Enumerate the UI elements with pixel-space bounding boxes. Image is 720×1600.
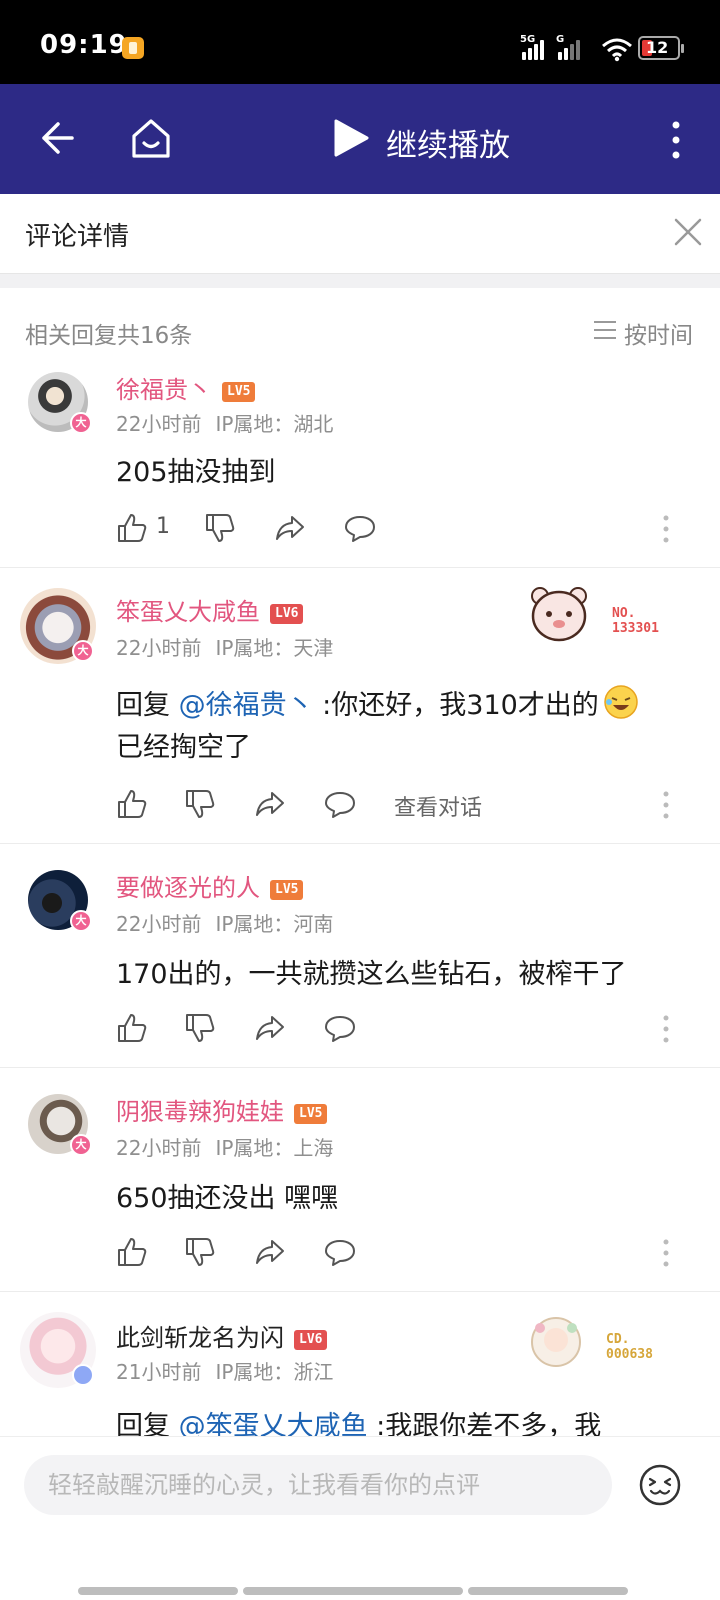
more-options-icon[interactable] <box>668 120 684 160</box>
like-icon[interactable] <box>116 512 148 544</box>
comment-actions: 查看对话 <box>116 788 696 824</box>
nav-gesture-bar <box>243 1587 463 1595</box>
comment-text[interactable]: 170出的，一共就攒这么些钻石，被榨干了 <box>116 954 696 996</box>
level-badge: LV5 <box>294 1104 328 1124</box>
username[interactable]: 要做逐光的人 LV5 <box>116 868 304 903</box>
mention-link[interactable]: @笨蛋乂大咸鱼 <box>179 1411 368 1436</box>
more-icon[interactable] <box>662 514 670 544</box>
comment-item: 此剑斩龙名为闪 LV6 21小时前 IP属地：浙江 CD. 000638 回复 @笨… <box>0 1292 720 1436</box>
comment-meta: 22小时前 IP属地：河南 <box>116 912 334 936</box>
username[interactable]: 阴狠毒辣狗娃娃 LV5 <box>116 1092 328 1127</box>
notification-icon <box>122 37 144 59</box>
share-icon[interactable] <box>274 512 306 544</box>
share-icon[interactable] <box>254 788 286 820</box>
share-icon[interactable] <box>254 1012 286 1044</box>
bear-sticker-icon <box>531 587 587 642</box>
nav-gesture-bar <box>78 1587 238 1595</box>
close-icon[interactable] <box>672 216 704 248</box>
more-icon[interactable] <box>662 1238 670 1268</box>
reply-icon[interactable] <box>324 788 356 820</box>
comment-text[interactable]: 回复 @笨蛋乂大咸鱼 :我跟你差不多，我 <box>116 1406 696 1436</box>
avatar[interactable]: 大 <box>20 588 96 664</box>
comment-item: 大 徐福贵丶 LV5 22小时前 IP属地：湖北 205抽没抽到 1 <box>0 356 720 568</box>
comment-text[interactable]: 205抽没抽到 <box>116 452 696 494</box>
emoji-icon[interactable] <box>638 1463 682 1507</box>
member-badge: 大 <box>72 640 94 662</box>
share-icon[interactable] <box>254 1236 286 1268</box>
member-badge: 大 <box>70 1134 92 1156</box>
comment-meta: 22小时前 IP属地：湖北 <box>116 412 334 436</box>
comment-item: 大 要做逐光的人 LV5 22小时前 IP属地：河南 170出的，一共就攒这么些钻石… <box>0 844 720 1068</box>
wifi-icon <box>602 38 632 62</box>
level-badge: LV6 <box>270 604 304 624</box>
fan-decoration: CD. 000638 <box>528 1314 698 1374</box>
sort-label: 按时间 <box>624 323 693 349</box>
comment-meta: 22小时前 IP属地：上海 <box>116 1136 334 1160</box>
signal-g-icon: G <box>556 34 584 62</box>
comment-detail-header: 评论详情 <box>0 194 720 274</box>
dislike-icon[interactable] <box>204 512 236 544</box>
reply-icon[interactable] <box>324 1236 356 1268</box>
like-icon[interactable] <box>116 1236 148 1268</box>
level-badge: LV5 <box>270 880 304 900</box>
level-badge: LV5 <box>222 382 256 402</box>
character-sticker-icon <box>531 1317 581 1367</box>
member-badge: 大 <box>70 910 92 932</box>
member-badge <box>72 1364 94 1386</box>
home-icon[interactable] <box>130 116 172 160</box>
avatar[interactable]: 大 <box>28 870 92 932</box>
username[interactable]: 徐福贵丶 LV5 <box>116 370 256 405</box>
comment-meta: 22小时前 IP属地：天津 <box>116 636 334 660</box>
fan-decoration: NO. 133301 <box>528 584 698 650</box>
comment-meta: 21小时前 IP属地：浙江 <box>116 1360 334 1384</box>
status-time: 09:19 <box>40 30 128 60</box>
continue-play-button[interactable]: 继续播放 <box>386 120 510 165</box>
dislike-icon[interactable] <box>184 1012 216 1044</box>
comment-text[interactable]: 650抽还没出 嘿嘿 <box>116 1178 696 1220</box>
laughing-emoji-icon <box>604 685 638 719</box>
comment-item: 大 阴狠毒辣狗娃娃 LV5 22小时前 IP属地：上海 650抽还没出 嘿嘿 <box>0 1068 720 1292</box>
page-title: 评论详情 <box>25 222 130 252</box>
top-bar: 继续播放 <box>0 84 720 194</box>
sort-button[interactable]: 按时间 <box>592 316 702 349</box>
username[interactable]: 此剑斩龙名为闪 LV6 <box>116 1318 328 1353</box>
play-icon[interactable] <box>332 118 370 158</box>
username[interactable]: 笨蛋乂大咸鱼 LV6 <box>116 592 304 627</box>
comment-text[interactable]: 回复 @徐福贵丶 :你还好，我310才出的 已经掏空了 <box>116 684 696 769</box>
reply-icon[interactable] <box>324 1012 356 1044</box>
more-icon[interactable] <box>662 790 670 820</box>
avatar[interactable] <box>20 1312 96 1388</box>
like-icon[interactable] <box>116 788 148 820</box>
reply-count: 相关回复共16条 <box>25 323 193 349</box>
comment-input-bar <box>0 1436 720 1600</box>
signal-5g-icon: 5G <box>520 34 548 62</box>
avatar[interactable]: 大 <box>28 372 92 434</box>
avatar[interactable]: 大 <box>28 1094 92 1156</box>
level-badge: LV6 <box>294 1330 328 1350</box>
battery-icon: 12 <box>638 36 684 60</box>
comment-input[interactable] <box>24 1455 612 1515</box>
comment-actions <box>116 1012 696 1048</box>
nav-gesture-bar <box>468 1587 628 1595</box>
comment-actions: 1 <box>116 512 696 548</box>
comment-item: 大 笨蛋乂大咸鱼 LV6 22小时前 IP属地：天津 NO. 133301 回复 @… <box>0 568 720 844</box>
section-divider <box>0 274 720 288</box>
like-count: 1 <box>156 514 170 539</box>
member-badge: 大 <box>70 412 92 434</box>
comment-actions <box>116 1236 696 1272</box>
like-icon[interactable] <box>116 1012 148 1044</box>
dislike-icon[interactable] <box>184 1236 216 1268</box>
status-bar: 09:19 5G G 12 <box>0 0 720 84</box>
dislike-icon[interactable] <box>184 788 216 820</box>
back-arrow-icon[interactable] <box>36 118 76 158</box>
reply-icon[interactable] <box>344 512 376 544</box>
mention-link[interactable]: @徐福贵丶 <box>179 690 314 721</box>
view-conversation-link[interactable]: 查看对话 <box>394 790 482 822</box>
sort-icon <box>594 321 616 339</box>
more-icon[interactable] <box>662 1014 670 1044</box>
